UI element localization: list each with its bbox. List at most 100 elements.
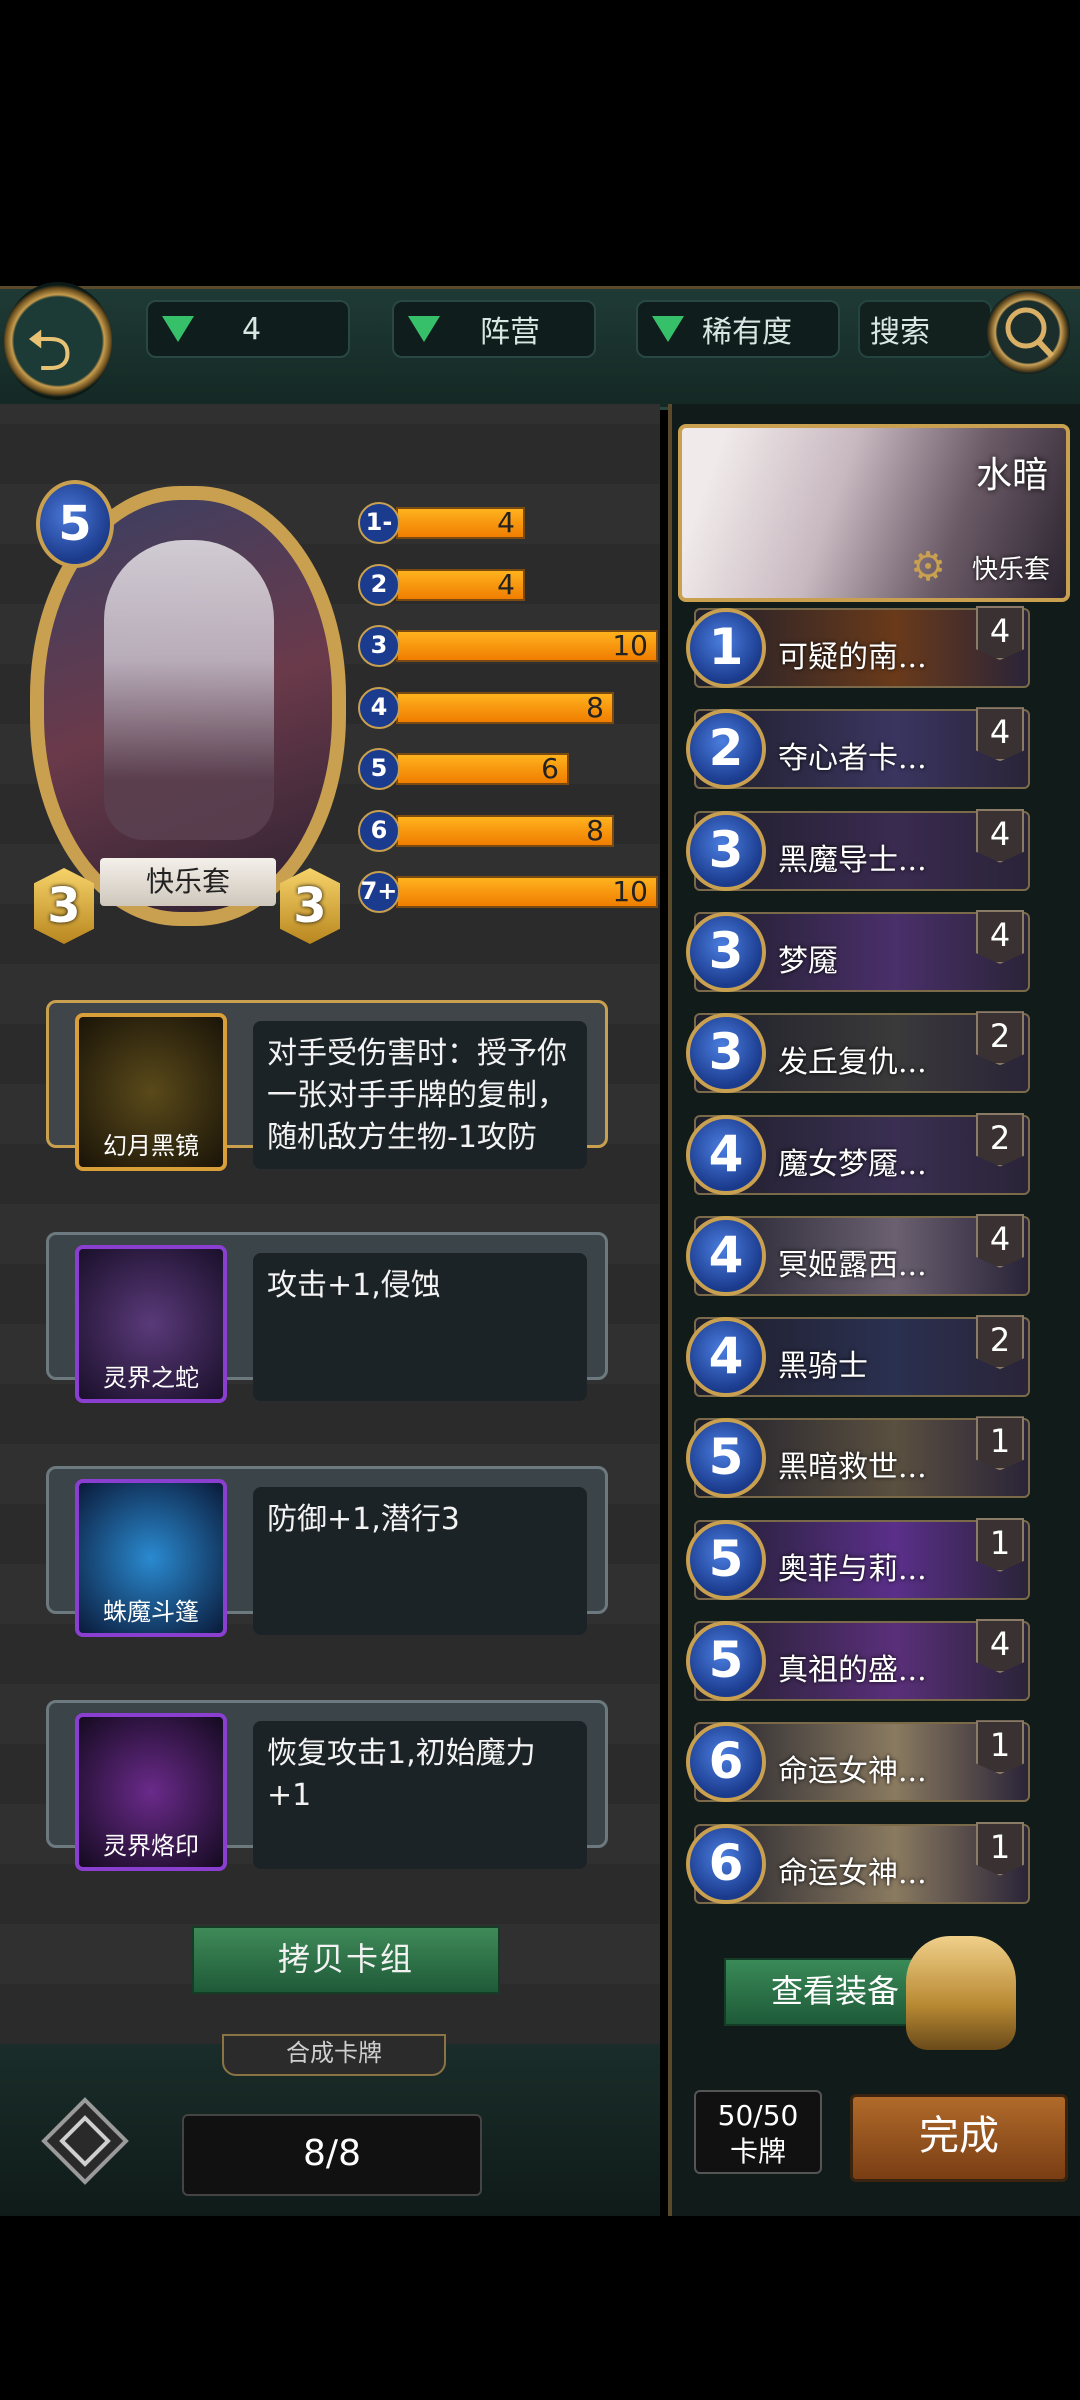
search-field[interactable]: 搜索 [858,300,992,358]
card-cost: 6 [686,1722,766,1803]
curve-row: 1- 4 [358,502,525,544]
card-quantity: 4 [976,1213,1024,1268]
rarity-filter[interactable]: 稀有度 [636,300,840,358]
synthesize-label: 合成卡牌 [222,2034,446,2076]
card-quantity: 1 [976,1517,1024,1572]
curve-bar: 8 [396,691,614,724]
serpent-icon: 灵界之蛇 [75,1245,227,1403]
card-cost: 6 [686,1823,766,1904]
card-name: 命运女神... [778,1754,927,1790]
hero-name: 快乐套 [100,858,276,906]
card-cost: 5 [686,1621,766,1701]
cost-filter[interactable]: 4 [146,300,350,358]
deck-faction: 水暗 [975,455,1048,496]
deck-card-row[interactable]: 6 命运女神... 1 [686,1720,1030,1803]
equipment-slot-3[interactable]: 蛛魔斗篷 防御+1,潜行3 [46,1466,608,1637]
faction-filter[interactable]: 阵营 [392,300,596,358]
copy-deck-button[interactable]: 拷贝卡组 [192,1926,500,1994]
dropdown-triangle-icon [408,316,440,342]
deck-card-row[interactable]: 5 黑暗救世... 1 [686,1416,1030,1499]
equipment-description: 恢复攻击1,初始魔力+1 [253,1721,587,1869]
deck-banner[interactable]: 水暗 ⚙ 快乐套 [678,424,1070,602]
card-name: 冥姬露西... [778,1247,927,1283]
hero-health: 3 [280,868,340,944]
card-name: 魔女梦魇... [778,1146,927,1182]
card-name: 发丘复仇... [778,1045,927,1081]
search-button[interactable] [986,290,1070,374]
card-cost: 3 [686,810,766,891]
deck-card-row[interactable]: 5 真祖的盛... 4 [686,1619,1030,1701]
card-name: 真祖的盛... [778,1653,927,1688]
equipment-description: 攻击+1,侵蚀 [253,1253,587,1401]
curve-bar: 10 [396,630,658,662]
equipment-slot-1[interactable]: 幻月黑镜 对手受伤害时：授予你一张对手手牌的复制，随机敌方生物-1攻防 [46,1000,608,1171]
hero-attack: 3 [34,868,94,944]
cost-filter-value: 4 [242,311,262,347]
equipment-slot-4[interactable]: 灵界烙印 恢复攻击1,初始魔力+1 [46,1700,608,1871]
craft-icon[interactable] [40,2096,130,2186]
curve-bar: 4 [396,568,525,601]
rarity-filter-label: 稀有度 [702,315,792,350]
card-cost: 5 [686,1519,766,1600]
card-cost: 3 [686,911,766,992]
curve-row: 3 10 [358,625,658,667]
deck-card-row[interactable]: 4 冥姬露西... 4 [686,1213,1030,1296]
magnifier-icon [1005,307,1055,359]
card-quantity: 4 [976,707,1024,762]
card-cost: 1 [686,608,766,688]
deck-card-row[interactable]: 5 奥菲与莉... 1 [686,1517,1030,1600]
back-arrow-icon: ⮌ [26,316,73,384]
synthesize-count: 8/8 [182,2114,482,2196]
deck-card-row[interactable]: 3 梦魇 4 [686,909,1030,992]
deck-card-row[interactable]: 4 魔女梦魇... 2 [686,1112,1030,1195]
helmet-icon[interactable] [906,1936,1016,2050]
gear-icon[interactable]: ⚙ [910,544,946,590]
curve-row: 68 [358,809,614,852]
card-quantity: 2 [976,1315,1024,1370]
curve-row: 56 [358,748,569,790]
dropdown-triangle-icon [162,316,194,342]
deck-card-row[interactable]: 1 可疑的南... 4 [686,606,1030,688]
card-total: 50/50 卡牌 [694,2090,822,2174]
curve-bar: 10 [396,876,658,908]
deck-card-row[interactable]: 4 黑骑士 2 [686,1315,1030,1398]
back-button[interactable]: ⮌ [4,282,112,400]
curve-cost: 4 [358,686,400,729]
curve-cost: 3 [358,625,400,667]
brand-icon: 灵界烙印 [75,1713,227,1871]
card-quantity: 4 [976,1619,1024,1673]
card-name: 夺心者卡... [778,741,927,777]
curve-cost: 5 [358,748,400,790]
equipment-name: 灵界之蛇 [103,1364,199,1392]
equipment-name: 幻月黑镜 [103,1132,199,1160]
equipment-slot-2[interactable]: 灵界之蛇 攻击+1,侵蚀 [46,1232,608,1403]
equipment-description: 防御+1,潜行3 [253,1487,587,1635]
mirror-icon: 幻月黑镜 [75,1013,227,1171]
cloak-icon: 蛛魔斗篷 [75,1479,227,1637]
done-button[interactable]: 完成 [850,2094,1068,2182]
curve-row: 7+ 10 [358,871,658,913]
card-name: 可疑的南... [778,640,927,675]
curve-bar: 6 [396,753,569,785]
card-cost: 4 [686,1114,766,1195]
curve-row: 48 [358,686,614,729]
card-quantity: 4 [976,808,1024,863]
equipment-name: 灵界烙印 [103,1832,199,1860]
deck-card-row[interactable]: 3 黑魔导士... 4 [686,808,1030,891]
equipment-description: 对手受伤害时：授予你一张对手手牌的复制，随机敌方生物-1攻防 [253,1021,587,1169]
card-name: 命运女神... [778,1855,927,1891]
card-name: 黑骑士 [778,1349,868,1385]
card-quantity: 1 [976,1416,1024,1471]
card-cost: 2 [686,709,766,790]
deck-card-row[interactable]: 6 命运女神... 1 [686,1821,1030,1904]
deck-card-row[interactable]: 3 发丘复仇... 2 [686,1011,1030,1094]
deck-card-row[interactable]: 2 夺心者卡... 4 [686,707,1030,790]
curve-cost: 1- [358,502,400,544]
card-total-label: 卡牌 [729,2135,786,2168]
search-label: 搜索 [870,315,930,350]
card-name: 奥菲与莉... [778,1551,927,1587]
card-quantity: 4 [976,606,1024,660]
card-quantity: 1 [976,1720,1024,1775]
faction-filter-label: 阵营 [480,315,540,350]
curve-bar: 4 [396,507,525,539]
